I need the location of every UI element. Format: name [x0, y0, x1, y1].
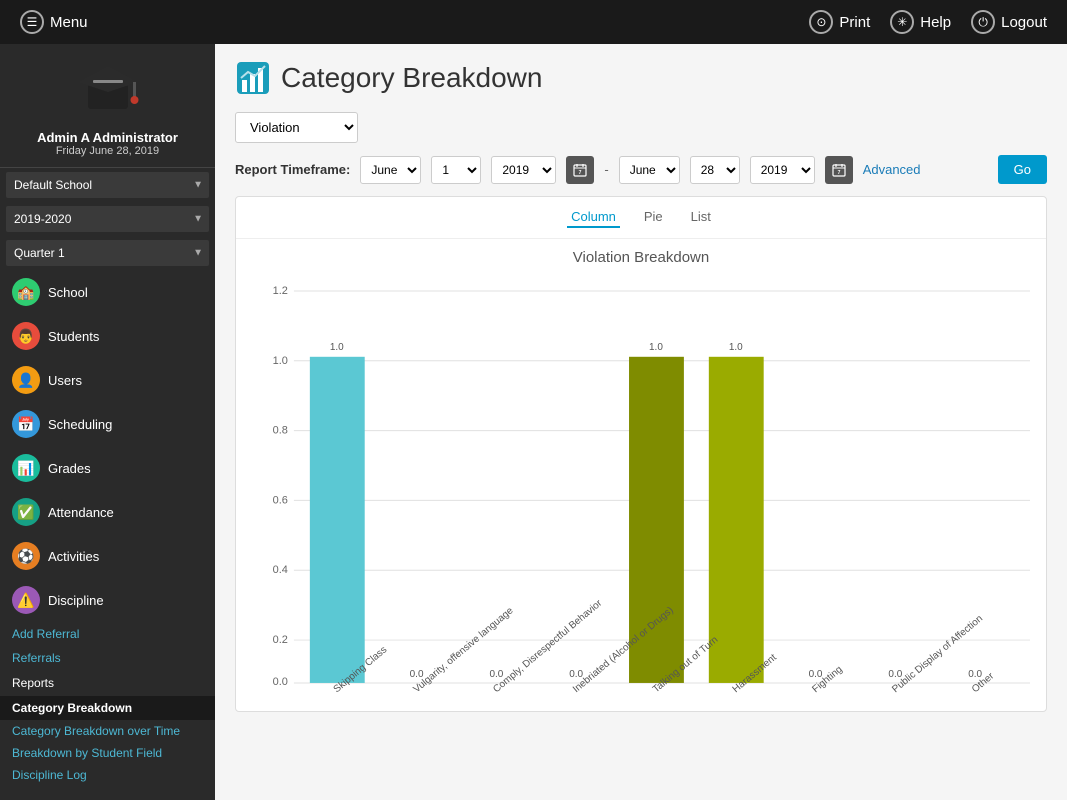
grades-icon: 📊	[12, 454, 40, 482]
scheduling-icon: 📅	[12, 410, 40, 438]
sidebar-item-label-school: School	[48, 285, 88, 300]
chart-card: Column Pie List Violation Breakdown 1.2 …	[235, 196, 1047, 712]
date-separator: -	[604, 162, 608, 177]
students-icon: 👨	[12, 322, 40, 350]
svg-text:0.6: 0.6	[273, 494, 288, 506]
activities-icon: ⚽	[12, 542, 40, 570]
sidebar-item-attendance[interactable]: ✅ Attendance	[0, 490, 215, 534]
svg-text:1.0: 1.0	[729, 342, 743, 353]
main-content: Category Breakdown Violation Consequence…	[215, 44, 1067, 800]
user-date: Friday June 28, 2019	[10, 145, 205, 157]
end-year-select[interactable]: 2019	[750, 156, 815, 184]
sidebar-profile: Admin A Administrator Friday June 28, 20…	[0, 44, 215, 168]
category-breakdown-over-time-link[interactable]: Category Breakdown over Time	[0, 720, 215, 742]
breakdown-by-student-field-link[interactable]: Breakdown by Student Field	[0, 742, 215, 764]
sidebar-item-label-users: Users	[48, 373, 82, 388]
calendar-start-icon: 7	[573, 163, 587, 177]
sidebar-item-school[interactable]: 🏫 School	[0, 270, 215, 314]
svg-text:0.0: 0.0	[273, 676, 288, 688]
print-button[interactable]: ⊙ Print	[809, 10, 870, 34]
svg-text:1.0: 1.0	[649, 342, 663, 353]
help-icon: ✳	[890, 10, 914, 34]
chart-area: Violation Breakdown 1.2 1.0 0.8 0.6 0.4 …	[236, 239, 1046, 711]
print-icon: ⊙	[809, 10, 833, 34]
advanced-link[interactable]: Advanced	[863, 162, 921, 177]
timeframe-row: Report Timeframe: June 1 2019 7 -	[235, 155, 1047, 184]
year-select-wrap[interactable]: 2019-2020 ▼	[6, 206, 209, 232]
svg-text:0.8: 0.8	[273, 425, 288, 437]
svg-text:0.4: 0.4	[273, 564, 288, 576]
sidebar-item-scheduling[interactable]: 📅 Scheduling	[0, 402, 215, 446]
end-month-select[interactable]: June	[619, 156, 680, 184]
user-name: Admin A Administrator	[10, 130, 205, 145]
category-breakdown-active[interactable]: Category Breakdown	[0, 696, 215, 720]
sidebar-item-label-grades: Grades	[48, 461, 91, 476]
sidebar-item-label-discipline: Discipline	[48, 593, 104, 608]
quarter-select[interactable]: Quarter 1	[6, 240, 209, 266]
svg-text:7: 7	[579, 170, 582, 176]
tab-pie[interactable]: Pie	[640, 207, 667, 228]
users-icon: 👤	[12, 366, 40, 394]
add-referral-link[interactable]: Add Referral	[0, 622, 215, 646]
sidebar-item-grades[interactable]: 📊 Grades	[0, 446, 215, 490]
school-select-wrap[interactable]: Default School ▼	[6, 172, 209, 198]
top-nav: ☰ Menu ⊙ Print ✳ Help ⏻ Logout	[0, 0, 1067, 44]
svg-text:1.2: 1.2	[273, 285, 288, 297]
attendance-icon: ✅	[12, 498, 40, 526]
start-day-select[interactable]: 1	[431, 156, 481, 184]
year-select[interactable]: 2019-2020	[6, 206, 209, 232]
svg-text:1.0: 1.0	[273, 355, 288, 367]
tab-list[interactable]: List	[687, 207, 715, 228]
go-button[interactable]: Go	[998, 155, 1047, 184]
tab-column[interactable]: Column	[567, 207, 620, 228]
start-month-select[interactable]: June	[360, 156, 421, 184]
menu-button[interactable]: ☰ Menu	[20, 10, 88, 34]
quarter-select-wrap[interactable]: Quarter 1 ▼	[6, 240, 209, 266]
page-title: Category Breakdown	[281, 62, 542, 94]
sidebar-item-students[interactable]: 👨 Students	[0, 314, 215, 358]
end-day-select[interactable]: 28	[690, 156, 740, 184]
chart-tabs: Column Pie List	[236, 197, 1046, 239]
chart-title: Violation Breakdown	[252, 249, 1030, 266]
sidebar: Admin A Administrator Friday June 28, 20…	[0, 44, 215, 800]
sidebar-item-activities[interactable]: ⚽ Activities	[0, 534, 215, 578]
help-button[interactable]: ✳ Help	[890, 10, 951, 34]
svg-text:1.0: 1.0	[330, 342, 344, 353]
menu-icon: ☰	[20, 10, 44, 34]
violation-select[interactable]: Violation Consequence	[235, 112, 358, 143]
page-header: Category Breakdown	[235, 60, 1047, 96]
bar-skipping-class	[310, 357, 365, 683]
start-calendar-button[interactable]: 7	[566, 156, 594, 184]
sidebar-item-label-attendance: Attendance	[48, 505, 114, 520]
avatar	[73, 54, 143, 124]
svg-text:0.2: 0.2	[273, 634, 288, 646]
bar-chart: 1.2 1.0 0.8 0.6 0.4 0.2 0.0	[252, 276, 1030, 695]
filter-row: Violation Consequence	[235, 112, 1047, 143]
calendar-end-icon: 7	[832, 163, 846, 177]
school-icon: 🏫	[12, 278, 40, 306]
sidebar-item-users[interactable]: 👤 Users	[0, 358, 215, 402]
bar-harassment	[709, 357, 764, 683]
timeframe-label: Report Timeframe:	[235, 162, 350, 177]
discipline-icon: ⚠️	[12, 586, 40, 614]
referrals-link[interactable]: Referrals	[0, 646, 215, 670]
logout-icon: ⏻	[971, 10, 995, 34]
sidebar-item-label-activities: Activities	[48, 549, 99, 564]
start-year-select[interactable]: 2019	[491, 156, 556, 184]
page-header-icon	[235, 60, 271, 96]
end-calendar-button[interactable]: 7	[825, 156, 853, 184]
sidebar-item-label-scheduling: Scheduling	[48, 417, 112, 432]
reports-label: Reports	[0, 670, 215, 696]
logout-button[interactable]: ⏻ Logout	[971, 10, 1047, 34]
svg-text:7: 7	[837, 170, 840, 176]
sidebar-item-label-students: Students	[48, 329, 99, 344]
discipline-log-link[interactable]: Discipline Log	[0, 764, 215, 786]
sidebar-item-discipline[interactable]: ⚠️ Discipline	[0, 578, 215, 622]
school-select[interactable]: Default School	[6, 172, 209, 198]
